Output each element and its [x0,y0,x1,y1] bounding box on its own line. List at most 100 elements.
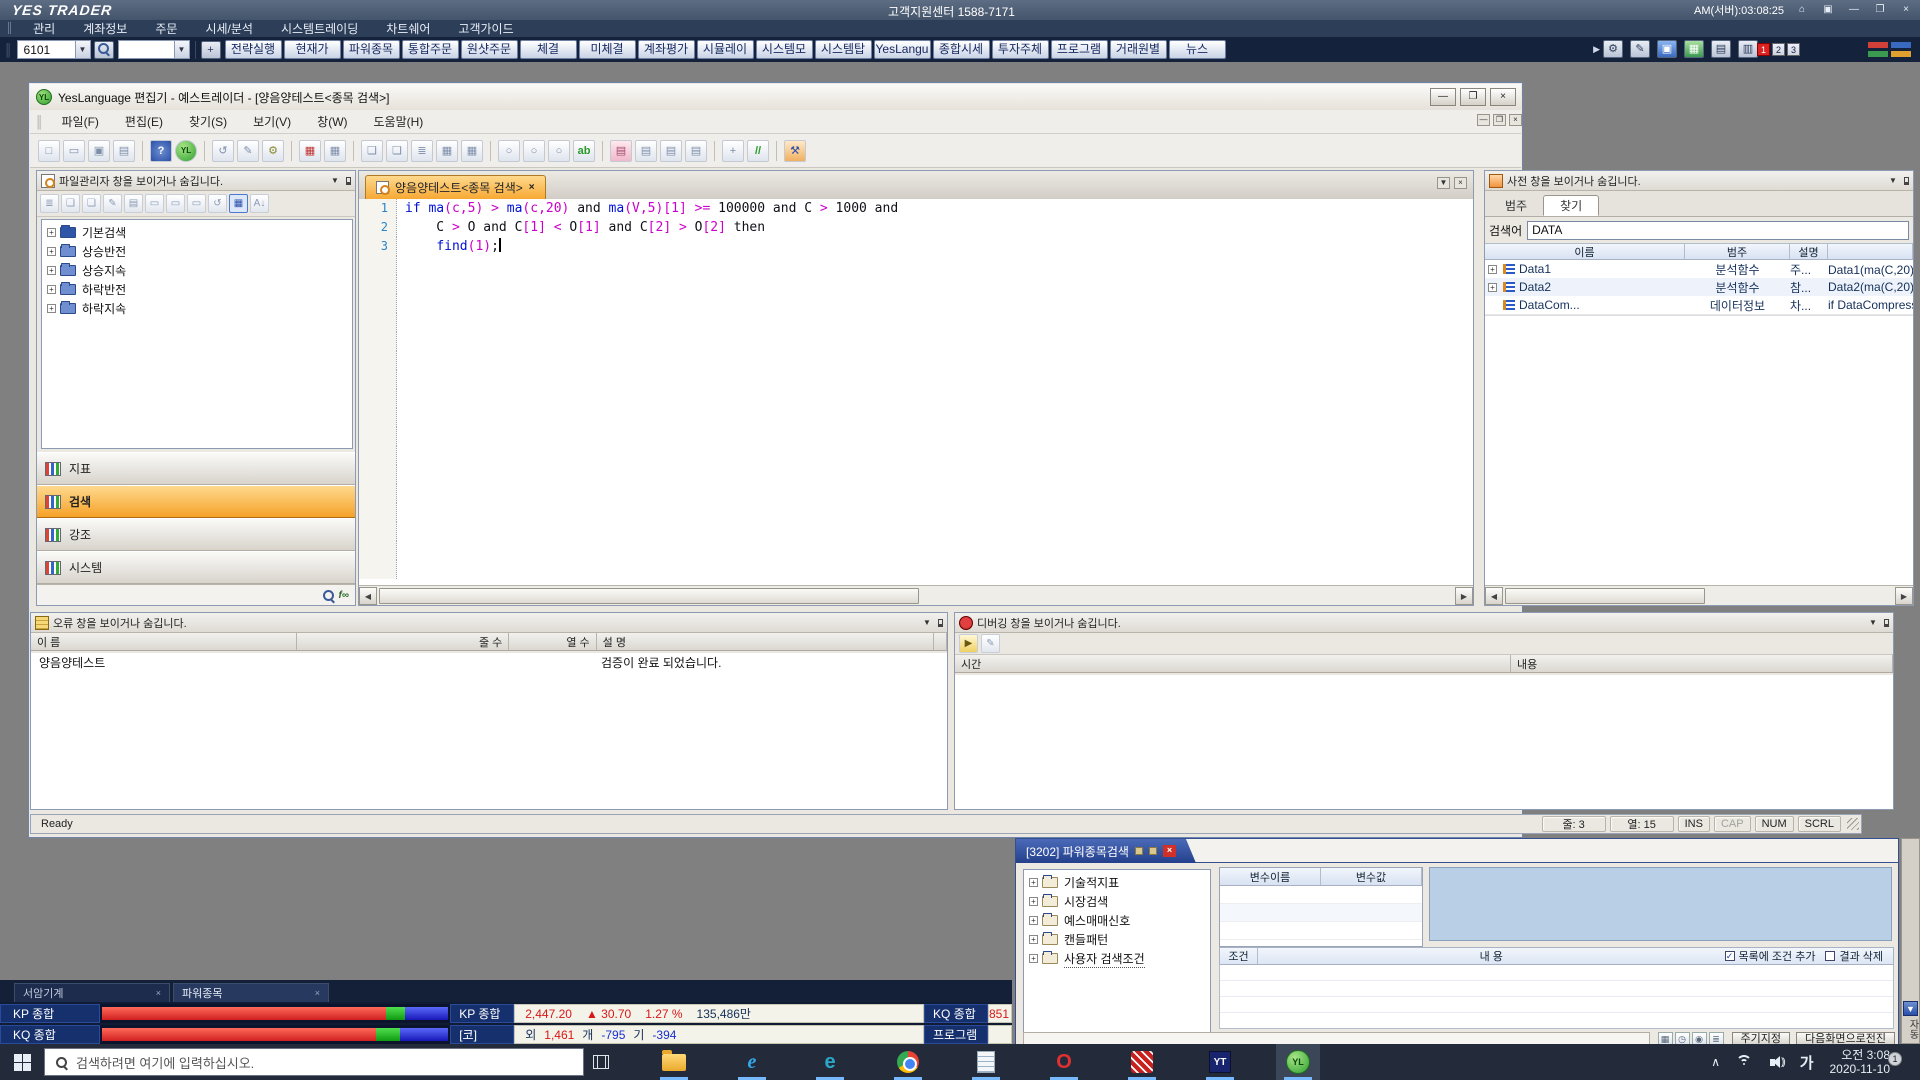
file-tree-item[interactable]: + 하락지속 [44,299,350,318]
category-button[interactable]: 지표 [37,452,355,485]
chevron-down-icon[interactable]: ▼ [1866,616,1880,629]
zoom-icon[interactable] [322,589,335,602]
editor-toolbar-icon[interactable] [291,141,292,161]
quick-button[interactable]: 파워종목 [343,40,400,59]
app-menu-item[interactable]: 관리 [19,20,69,37]
palette-grid-icon[interactable]: ▦ [1684,40,1704,58]
file-tree-item[interactable]: + 상승지속 [44,261,350,280]
variable-row[interactable] [1220,904,1422,922]
add-to-list-checkbox[interactable]: ✓ 목록에 조건 추가 [1725,948,1816,964]
app-menu-item[interactable]: 차트쉐어 [372,20,444,37]
quick-search-combo[interactable]: ▼ [118,40,190,59]
pin-icon[interactable] [938,619,943,627]
file-toolbar-icon[interactable]: ↺ [208,194,227,213]
code-editor[interactable]: 1if ma(c,5) > ma(c,20) and ma(V,5)[1] >=… [359,199,1473,585]
file-toolbar-icon[interactable]: ▦ [229,194,248,213]
file-toolbar-icon[interactable]: ▭ [166,194,185,213]
app-menu-item[interactable]: 고객가이드 [444,20,527,37]
speaker-icon[interactable]: )) [1770,1056,1784,1068]
expand-icon[interactable]: + [1029,954,1038,963]
checkbox-icon[interactable] [1825,951,1835,961]
writer-icon[interactable]: ✎ [1630,40,1650,58]
editor-toolbar-icon[interactable] [714,141,715,161]
quick-button[interactable]: 체결 [520,40,577,59]
taskbar-app-button[interactable] [886,1044,930,1080]
checkbox-checked-icon[interactable]: ✓ [1725,951,1735,961]
editor-toolbar-icon[interactable] [776,141,777,161]
editor-titlebar[interactable]: YL YesLanguage 편집기 - 예스트레이더 - [양음양테스트<종목… [30,84,1521,110]
editor-restore-button[interactable]: ❐ [1460,88,1486,106]
taskbar-app-button[interactable]: YL [1276,1044,1320,1080]
column-category[interactable]: 범주 [1685,244,1790,259]
app-menu-item[interactable]: 시세/분석 [191,20,267,37]
file-toolbar-icon[interactable]: ❏ [82,194,101,213]
editor-toolbar-icon[interactable]: ▤ [685,140,707,162]
expand-icon[interactable]: + [1029,897,1038,906]
dictionary-row[interactable]: + DataCom... 데이터정보 차... if DataCompress … [1485,296,1913,314]
scroll-right-icon[interactable]: ▶ [1895,587,1913,605]
scroll-left-icon[interactable]: ◀ [359,587,377,605]
editor-toolbar-icon[interactable]: ? [150,140,172,162]
editor-toolbar-icon[interactable]: ab [573,140,595,162]
category-button[interactable]: 검색 [37,485,355,518]
power-tree-item[interactable]: + 예스매매신호 [1026,911,1208,930]
quick-button[interactable]: 시스템모 [756,40,813,59]
quick-button[interactable]: 뉴스 [1169,40,1226,59]
kospi-row[interactable]: KP 종합 KP 종합 2,447.20 ▲ 30.70 1.27 % 135,… [0,1004,1012,1023]
tab-close-all-icon[interactable]: × [1454,177,1467,189]
window-badge[interactable]: 3 [1787,43,1800,56]
taskbar-app-button[interactable]: O [1042,1044,1086,1080]
file-toolbar-icon[interactable]: ▤ [124,194,143,213]
editor-toolbar-icon[interactable]: ⚒ [784,140,806,162]
power-tree-item[interactable]: + 시장검색 [1026,892,1208,911]
error-row[interactable]: 양음양테스트 검증이 완료 되었습니다. [31,653,947,671]
editor-toolbar-icon[interactable] [353,141,354,161]
debug-panel-header[interactable]: 디버깅 창을 보이거나 숨깁니다. ▼ [955,613,1893,633]
link-icon[interactable] [1149,847,1157,855]
code-line[interactable]: 3 find(1); [359,237,1473,256]
mdi-minimize-button[interactable]: — [1477,114,1490,126]
column-condition[interactable]: 조건 [1220,948,1258,964]
power-tree-item[interactable]: + 캔들패턴 [1026,930,1208,949]
column-var-value[interactable]: 변수값 [1321,868,1422,885]
editor-toolbar-icon[interactable]: ❏ [361,140,383,162]
editor-toolbar-icon[interactable]: ▭ [63,140,85,162]
start-button[interactable] [0,1044,44,1080]
run-icon[interactable]: ▶ [959,634,978,653]
pin-icon[interactable] [346,177,351,185]
scrollbar-thumb[interactable] [379,588,919,604]
gear-icon[interactable]: ⚙ [1603,40,1623,58]
editor-toolbar-icon[interactable]: ❏ [386,140,408,162]
category-button[interactable]: 시스템 [37,551,355,584]
quick-button[interactable]: 시스템탑 [815,40,872,59]
file-toolbar-icon[interactable]: ✎ [103,194,122,213]
file-tree-item[interactable]: + 기본검색 [44,223,350,242]
quick-button[interactable]: 거래원별 [1110,40,1167,59]
editor-toolbar-icon[interactable] [490,141,491,161]
chevron-down-icon[interactable]: ▼ [920,616,934,629]
link-icon[interactable] [1135,847,1143,855]
quick-button[interactable]: 미체결 [579,40,636,59]
quick-button[interactable]: 통합주문 [402,40,459,59]
editor-toolbar-icon[interactable]: ▦ [436,140,458,162]
expand-icon[interactable]: + [47,228,56,237]
column-col[interactable]: 열 수 [509,633,596,650]
taskbar-app-button[interactable] [1120,1044,1164,1080]
expand-icon[interactable]: + [1488,283,1497,292]
app-menu-item[interactable]: 주문 [141,20,191,37]
scroll-right-icon[interactable]: ▶ [1455,587,1473,605]
pin-icon[interactable] [1904,177,1909,185]
mdi-restore-button[interactable]: ❐ [1493,114,1506,126]
home-icon[interactable]: ⌂ [1794,3,1810,17]
minimize-button[interactable]: — [1846,3,1862,17]
market-tab[interactable]: 서암기계 × [14,983,170,1002]
editor-toolbar-icon[interactable]: ↺ [212,140,234,162]
condition-rows[interactable] [1219,965,1894,1029]
power-tree-item[interactable]: + 기술적지표 [1026,873,1208,892]
tab-close-icon[interactable]: × [156,988,161,998]
ime-indicator[interactable]: 가 [1800,1052,1814,1073]
column-content[interactable]: 내 용 [1258,948,1725,964]
dictionary-header[interactable]: 사전 창을 보이거나 숨깁니다. ▼ [1485,171,1913,191]
quick-button[interactable]: 프로그램 [1051,40,1108,59]
task-view-button[interactable] [584,1044,618,1080]
